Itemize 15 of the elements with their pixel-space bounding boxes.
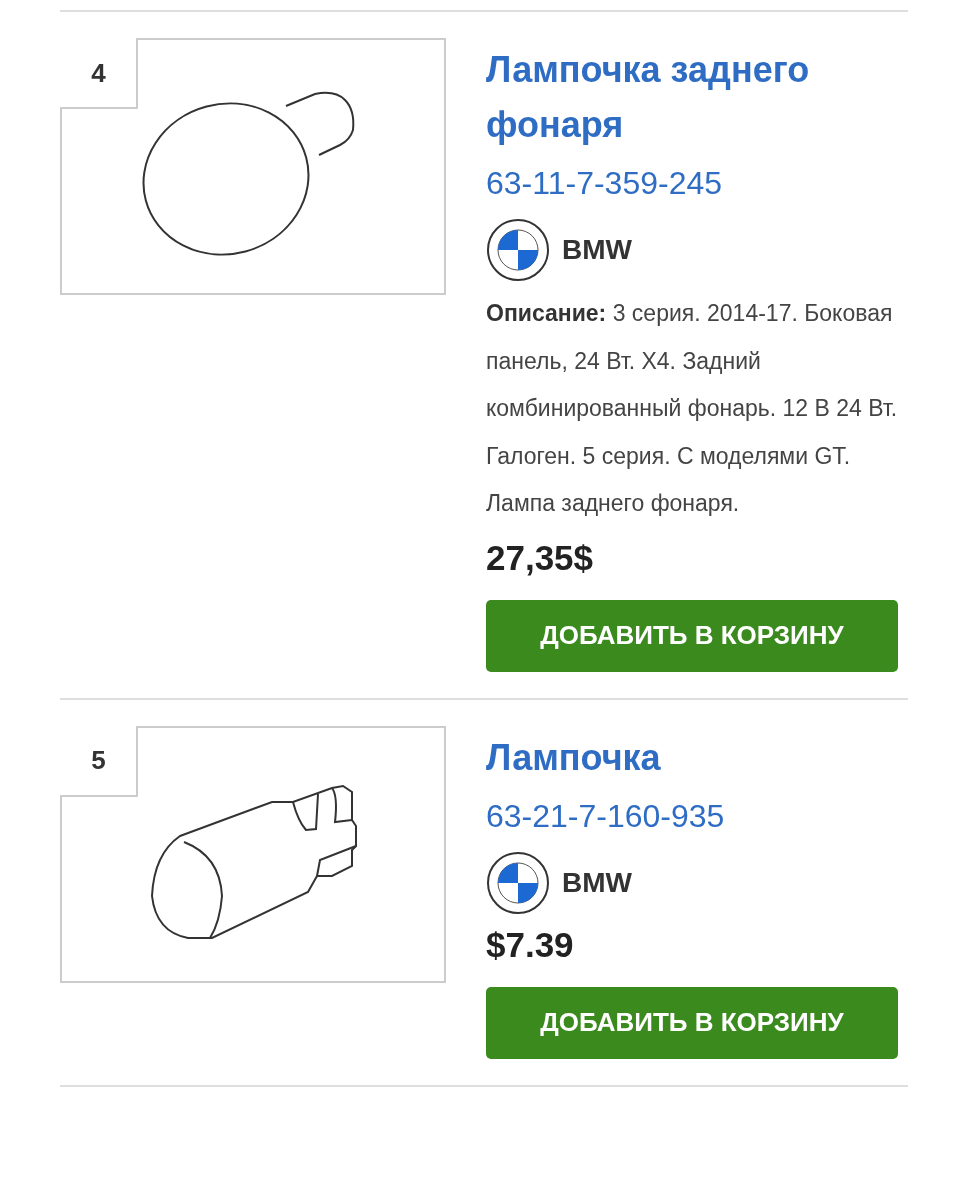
part-number-link[interactable]: 63-21-7-160-935: [486, 790, 725, 841]
callout-number: 5: [90, 744, 107, 778]
callout-number: 4: [90, 56, 107, 90]
price: $7.39: [486, 923, 574, 966]
brand-name: BMW: [562, 866, 632, 899]
brand-name: BMW: [562, 234, 632, 266]
add-to-cart-button[interactable]: ДОБАВИТЬ В КОРЗИНУ: [486, 599, 898, 672]
part-title-link[interactable]: Лампочка заднего фонаря: [486, 42, 908, 152]
description-text: Описание: 3 серия. 2014-17. Боковая панель, 24 Вт. X4. Задний комбинированный фонарь. 12 В 24 Вт. Галоген. 5 серия. С моделями GT. Лампа заднего фонаря.: [486, 299, 898, 519]
price: 27,35$: [486, 536, 594, 579]
part-number-link[interactable]: 63-11-7-359-245: [486, 158, 722, 208]
part-title-link[interactable]: Лампочка: [486, 729, 661, 785]
brand-logo-icon: [486, 218, 550, 282]
brand-logo-icon: [486, 850, 550, 915]
add-to-cart-button[interactable]: ДОБАВИТЬ В КОРЗИНУ: [486, 986, 898, 1059]
